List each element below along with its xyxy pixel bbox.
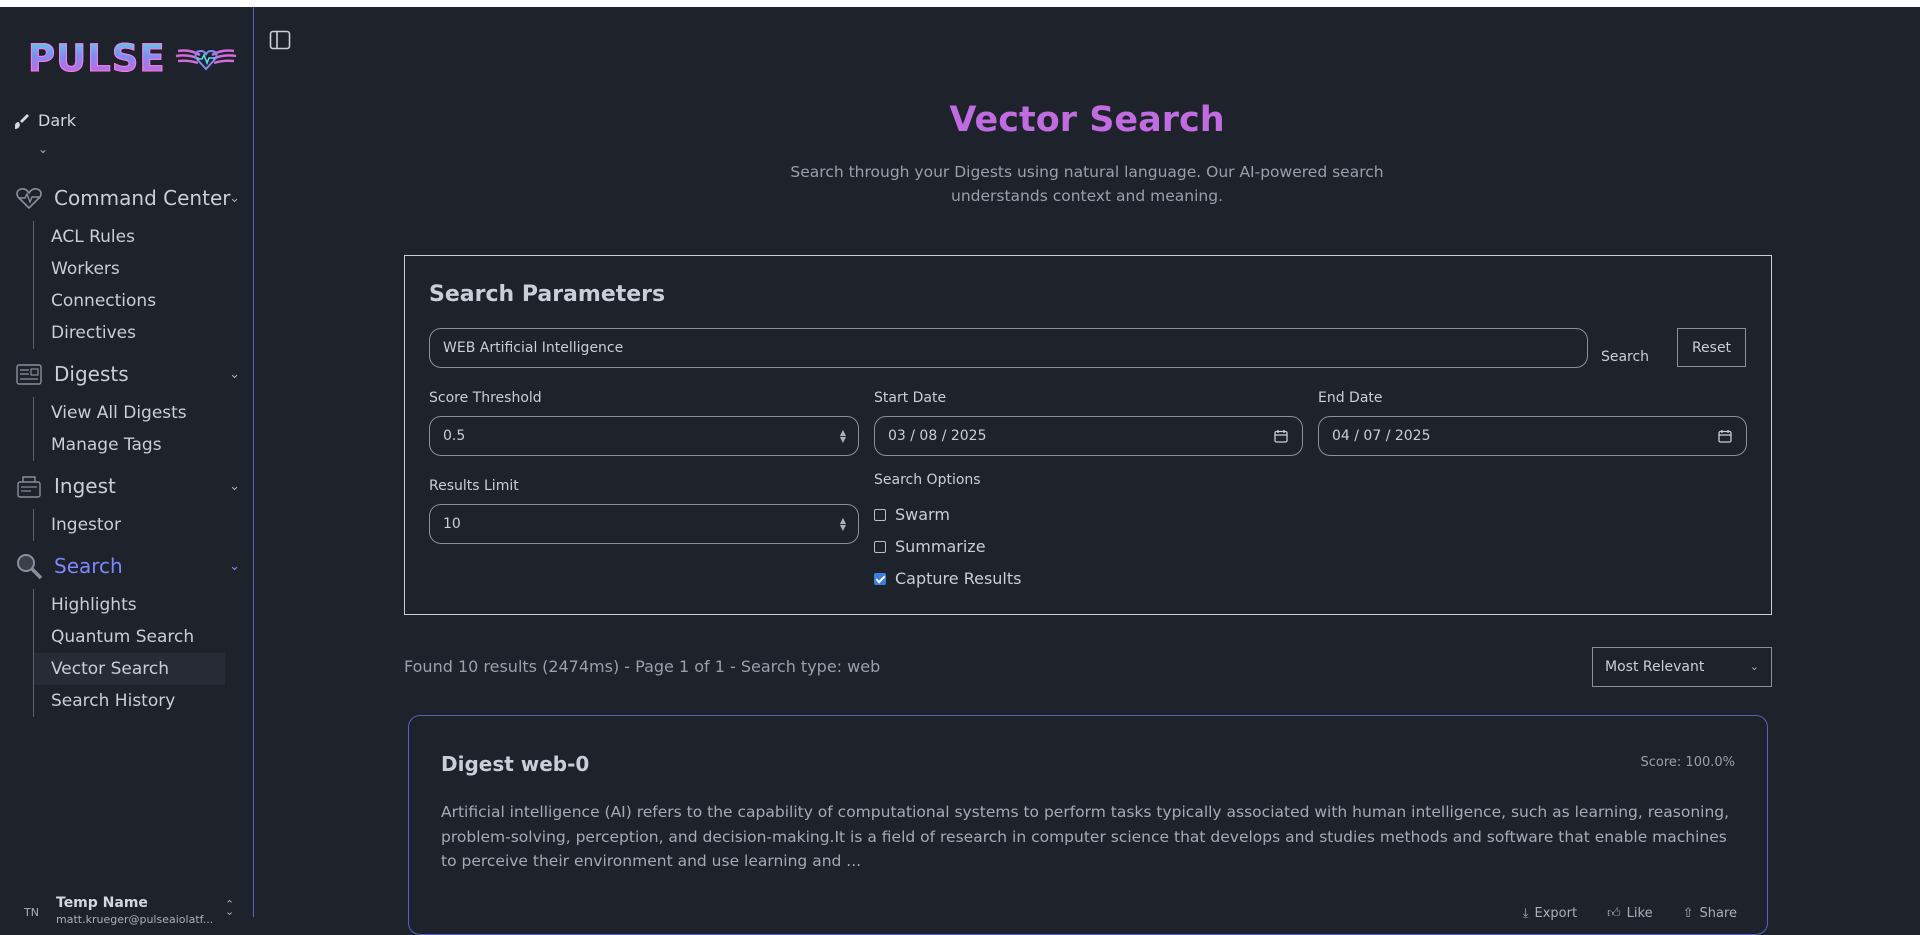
share-button[interactable]: ⇧ Share [1683,906,1737,921]
page-title: Vector Search [949,100,1225,140]
nav-section-label: Command Center [54,186,231,210]
sort-select[interactable]: Most Relevant ⌄ [1592,647,1772,687]
theme-label: Dark [38,111,76,130]
chevron-down-icon: ⌄ [229,558,240,574]
calendar-icon[interactable] [1718,429,1732,443]
result-actions: ⤓ Export 👍︎ Like ⇧ Share [1523,906,1737,921]
panel-heading: Search Parameters [429,282,666,307]
search-button[interactable]: Search [1593,338,1657,376]
result-score: Score: 100.0% [1640,755,1736,770]
checkbox-unchecked[interactable] [874,508,886,521]
results-limit-input[interactable]: 10 ▲ ▼ [429,504,859,544]
nav-subitems-search: Highlights Quantum Search Vector Search … [33,589,225,717]
start-date-input[interactable]: 03 / 08 / 2025 [874,416,1303,456]
user-name: Temp Name [56,895,148,911]
checkbox-label: Summarize [895,537,986,556]
theme-selector[interactable]: Dark [12,111,76,130]
score-threshold-input[interactable]: 0.5 ▲ ▼ [429,416,859,456]
nav-section-label: Ingest [54,474,116,498]
share-label: Share [1699,906,1737,921]
sidebar-item-ingestor[interactable]: Ingestor [34,509,225,541]
chevron-down-icon: ⌄ [229,190,240,206]
checkbox-label: Capture Results [895,569,1022,588]
share-icon: ⇧ [1682,906,1694,921]
avatar: TN [24,906,39,919]
sidebar-item-quantum-search[interactable]: Quantum Search [34,621,225,653]
score-threshold-label: Score Threshold [429,390,542,406]
chevron-down-icon: ⌄ [229,366,240,382]
capture-results-checkbox[interactable]: Capture Results [874,569,1021,588]
spinner-icon[interactable]: ▲ ▼ [840,517,846,532]
export-label: Export [1534,906,1578,921]
page-subtitle: Search through your Digests using natura… [790,163,1384,205]
sidebar-item-highlights[interactable]: Highlights [34,589,225,621]
heartbeat-icon [14,183,44,213]
download-icon: ⤓ [1522,906,1529,921]
results-limit-value: 10 [443,516,461,532]
search-parameters-panel: Search Parameters WEB Artificial Intelli… [404,255,1772,615]
start-date-value: 03 / 08 / 2025 [888,428,987,444]
results-summary: Found 10 results (2474ms) - Page 1 of 1 … [404,657,881,676]
chevron-down-icon: ⌄ [229,478,240,494]
nav-subitems-command-center: ACL Rules Workers Connections Directives [33,221,224,349]
sidebar-item-search-history[interactable]: Search History [34,685,225,717]
reset-button[interactable]: Reset [1677,328,1746,367]
sidebar-item-workers[interactable]: Workers [34,253,225,285]
nav-section-label: Search [54,554,123,578]
export-button[interactable]: ⤓ Export [1523,906,1577,921]
chevrons-up-down-icon: ⌃ ⌄ [225,898,235,918]
brush-icon [15,113,29,129]
checkbox-checked[interactable] [874,572,886,585]
checkbox-unchecked[interactable] [874,540,886,553]
spinner-icon[interactable]: ▲ ▼ [840,429,846,444]
nav-subitems-ingest: Ingestor [33,509,224,541]
sidebar-item-manage-tags[interactable]: Manage Tags [34,429,225,461]
result-card[interactable]: Digest web-0 Score: 100.0% Artificial in… [408,715,1768,935]
user-email: matt.krueger@pulseaiolatf... [56,913,214,926]
chevron-down-icon: ⌄ [1749,660,1759,673]
top-strip [0,0,1920,7]
sidebar-item-connections[interactable]: Connections [34,285,225,317]
nav-section-ingest[interactable]: Ingest ⌄ [14,471,240,501]
ingest-icon [14,471,44,501]
result-text: Artificial intelligence (AI) refers to t… [441,803,1730,870]
sidebar-item-directives[interactable]: Directives [34,317,225,349]
sidebar-item-acl-rules[interactable]: ACL Rules [34,221,225,253]
search-options-label: Search Options [874,472,981,488]
like-label: Like [1626,906,1653,921]
score-threshold-value: 0.5 [443,428,466,444]
logo-text: PULSE [28,36,166,80]
results-limit-label: Results Limit [429,478,519,494]
sidebar: PULSE Dark ⌄ Command Center ⌄ ACL Rules … [0,7,254,926]
thumbs-up-icon: 👍︎ [1607,906,1621,921]
theme-chevron-down-icon[interactable]: ⌄ [38,142,48,156]
sidebar-item-view-all-digests[interactable]: View All Digests [34,397,225,429]
start-date-label: Start Date [874,390,947,406]
nav-section-command-center[interactable]: Command Center ⌄ [14,183,240,213]
pulse-logo[interactable]: PULSE [28,36,238,80]
end-date-input[interactable]: 04 / 07 / 2025 [1318,416,1747,456]
digest-icon [14,359,44,389]
nav-section-search[interactable]: Search ⌄ [14,551,240,581]
sidebar-item-vector-search[interactable]: Vector Search [34,653,225,685]
checkbox-label: Swarm [895,505,950,524]
swarm-checkbox[interactable]: Swarm [874,505,950,524]
end-date-label: End Date [1318,390,1383,406]
nav-section-digests[interactable]: Digests ⌄ [14,359,240,389]
magnifier-icon [14,551,44,581]
sort-value: Most Relevant [1605,659,1705,675]
summarize-checkbox[interactable]: Summarize [874,537,986,556]
search-input[interactable]: WEB Artificial Intelligence [429,328,1588,368]
calendar-icon[interactable] [1274,429,1288,443]
end-date-value: 04 / 07 / 2025 [1332,428,1431,444]
user-menu[interactable]: TN Temp Name matt.krueger@pulseaiolatf..… [0,892,253,926]
nav-section-label: Digests [54,362,129,386]
like-button[interactable]: 👍︎ Like [1607,906,1653,921]
wings-heart-icon [175,49,236,71]
result-title[interactable]: Digest web-0 [441,752,589,776]
sidebar-toggle-icon[interactable] [269,29,291,51]
nav-subitems-digests: View All Digests Manage Tags [33,397,224,461]
